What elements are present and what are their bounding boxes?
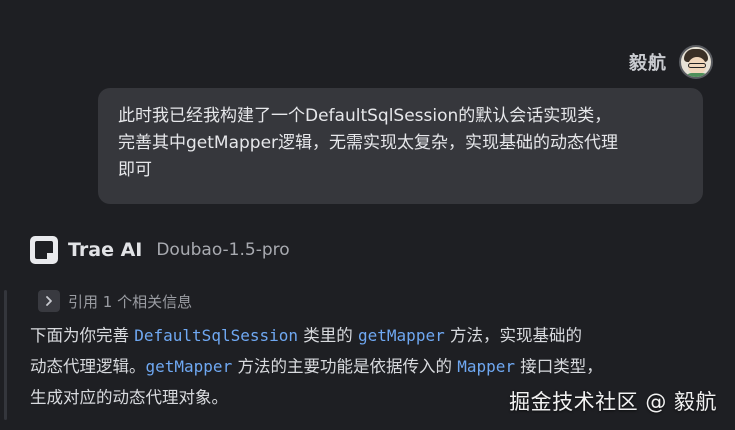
answer-text: 类里的 — [298, 326, 359, 345]
user-header: 毅航 — [629, 42, 713, 82]
answer-text: 方法，实现基础的 — [444, 326, 582, 345]
answer-line: 下面为你完善 DefaultSqlSession 类里的 getMapper 方… — [30, 320, 710, 351]
answer-text: 下面为你完善 — [30, 326, 135, 345]
inline-code: getMapper — [145, 357, 233, 376]
watermark: 掘金技术社区 @ 毅航 — [509, 390, 717, 414]
message-thread-rule — [4, 290, 7, 420]
assistant-header: Trae AI Doubao-1.5-pro — [30, 234, 290, 266]
answer-text: 方法的主要功能是依据传入的 — [232, 357, 458, 376]
answer-text: 接口类型， — [515, 357, 603, 376]
inline-code: getMapper — [358, 326, 445, 345]
trae-logo-icon — [30, 236, 58, 264]
user-avatar[interactable] — [679, 45, 713, 79]
chevron-right-icon[interactable] — [38, 290, 60, 312]
reference-toggle[interactable]: 引用 1 个相关信息 — [38, 289, 192, 313]
inline-code: DefaultSqlSession — [134, 326, 299, 345]
user-name: 毅航 — [629, 53, 667, 74]
user-message-line: 完善其中getMapper逻辑，无需实现太复杂，实现基础的动态代理 — [118, 133, 619, 153]
user-message-line: 此时我已经我构建了一个DefaultSqlSession的默认会话实现类， — [118, 106, 612, 126]
assistant-name: Trae AI — [68, 239, 143, 261]
model-name: Doubao-1.5-pro — [156, 240, 290, 260]
inline-code: Mapper — [457, 357, 515, 376]
answer-line: 动态代理逻辑。getMapper 方法的主要功能是依据传入的 Mapper 接口… — [30, 351, 710, 382]
user-message-bubble: 此时我已经我构建了一个DefaultSqlSession的默认会话实现类， 完善… — [98, 88, 703, 204]
user-message-line: 即可 — [118, 160, 152, 180]
answer-text: 生成对应的动态代理对象。 — [30, 388, 228, 407]
answer-text: 动态代理逻辑。 — [30, 357, 146, 376]
reference-label: 引用 1 个相关信息 — [68, 292, 193, 311]
